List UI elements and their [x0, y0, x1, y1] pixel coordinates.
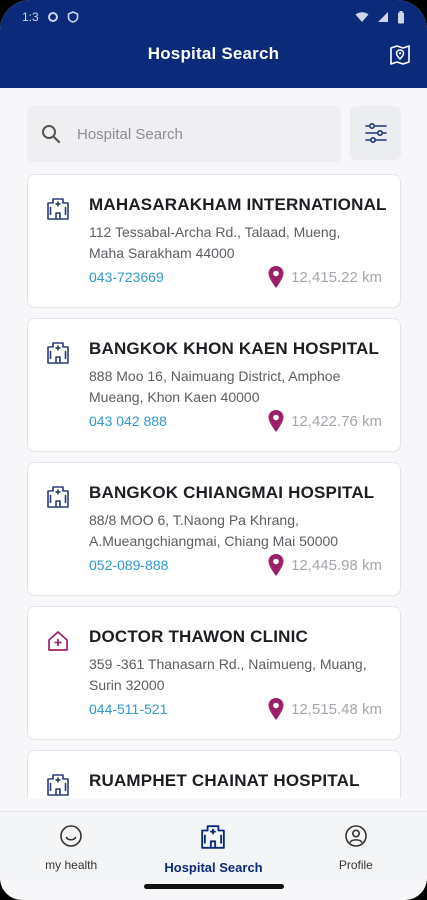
hospital-card[interactable]: RUAMPHET CHAINAT HOSPITAL	[27, 750, 401, 798]
nav-label: Profile	[338, 858, 373, 872]
hospital-name: BANGKOK KHON KAEN HOSPITAL	[89, 339, 380, 358]
hospital-phone-link[interactable]: 044-511-521	[89, 701, 167, 717]
hospital-distance: 12,415.22 km	[267, 265, 382, 289]
nav-item-my-health[interactable]: my health	[0, 812, 142, 881]
hospital-card[interactable]: BANGKOK CHIANGMAI HOSPITAL 88/8 MOO 6, T…	[27, 462, 401, 596]
hospital-address: 359 -361 Thanasarn Rd., Naimueng, Muang,…	[89, 656, 367, 693]
map-pin-icon	[390, 45, 410, 65]
hospital-name: MAHASARAKHAM INTERNATIONAL	[89, 195, 387, 214]
settings-status-icon	[47, 12, 58, 22]
nav-item-hospital-search[interactable]: Hospital Search	[142, 812, 284, 881]
hospital-icon	[46, 485, 70, 509]
location-pin-icon	[268, 410, 284, 432]
hospital-name: RUAMPHET CHAINAT HOSPITAL	[89, 771, 360, 790]
hospital-address: 888 Moo 16, Naimuang District, Amphoe Mu…	[89, 368, 341, 405]
filter-button[interactable]	[350, 106, 401, 160]
location-pin-icon	[268, 554, 284, 576]
hospital-building-icon	[200, 824, 226, 855]
hospital-name: BANGKOK CHIANGMAI HOSPITAL	[89, 483, 375, 502]
app-header: 1:3 Hospital Search	[0, 0, 427, 88]
wifi-icon	[355, 12, 369, 22]
hospital-card[interactable]: DOCTOR THAWON CLINIC 359 -361 Thanasarn …	[27, 606, 401, 740]
hospital-name: DOCTOR THAWON CLINIC	[89, 627, 309, 646]
bottom-navigation: my health Hospital Search Profile	[0, 811, 427, 881]
profile-icon	[344, 824, 368, 853]
hospital-distance: 12,445.98 km	[267, 553, 382, 577]
location-pin-icon	[268, 266, 284, 288]
app-screen: 1:3 Hospital Search Hospital Search MAHA…	[0, 0, 427, 900]
status-time: 1:3	[22, 10, 39, 24]
nav-item-profile[interactable]: Profile	[285, 812, 427, 881]
hospital-phone-link[interactable]: 043 042 888	[89, 413, 167, 429]
hospital-icon	[46, 197, 70, 221]
hospital-address: 88/8 MOO 6, T.Naong Pa Khrang, A.Mueangc…	[89, 512, 339, 549]
hospital-icon	[46, 773, 70, 797]
hospital-phone-link[interactable]: 043-723669	[89, 269, 164, 285]
hospital-phone-link[interactable]: 052-089-888	[89, 557, 168, 573]
filter-sliders-icon	[364, 122, 387, 144]
signal-icon	[378, 12, 388, 22]
distance-value: 12,445.98 km	[291, 556, 382, 574]
hospital-card[interactable]: BANGKOK KHON KAEN HOSPITAL 888 Moo 16, N…	[27, 318, 401, 452]
distance-value: 12,515.48 km	[291, 700, 382, 718]
map-view-button[interactable]	[387, 42, 413, 68]
smile-face-icon	[59, 824, 83, 853]
page-title: Hospital Search	[147, 44, 280, 63]
nav-label: my health	[45, 858, 98, 872]
search-box[interactable]	[27, 106, 341, 162]
hospital-address: 112 Tessabal-Archa Rd., Talaad, Mueng, M…	[89, 224, 341, 261]
status-bar: 1:3	[22, 8, 405, 26]
distance-value: 12,422.76 km	[291, 412, 382, 430]
hospital-distance: 12,515.48 km	[267, 697, 382, 721]
search-icon	[42, 125, 61, 144]
clinic-icon	[46, 629, 70, 653]
shield-status-icon	[67, 11, 78, 23]
hospital-list: MAHASARAKHAM INTERNATIONAL 112 Tessabal-…	[27, 174, 401, 798]
nav-label: Hospital Search	[164, 860, 263, 875]
search-input[interactable]	[77, 125, 307, 143]
distance-value: 12,415.22 km	[291, 268, 382, 286]
location-pin-icon	[268, 698, 284, 720]
hospital-card[interactable]: MAHASARAKHAM INTERNATIONAL 112 Tessabal-…	[27, 174, 401, 308]
search-row	[27, 106, 401, 162]
battery-icon	[398, 10, 404, 23]
hospital-distance: 12,422.76 km	[267, 409, 382, 433]
home-indicator[interactable]	[144, 884, 284, 889]
hospital-icon	[46, 341, 70, 365]
